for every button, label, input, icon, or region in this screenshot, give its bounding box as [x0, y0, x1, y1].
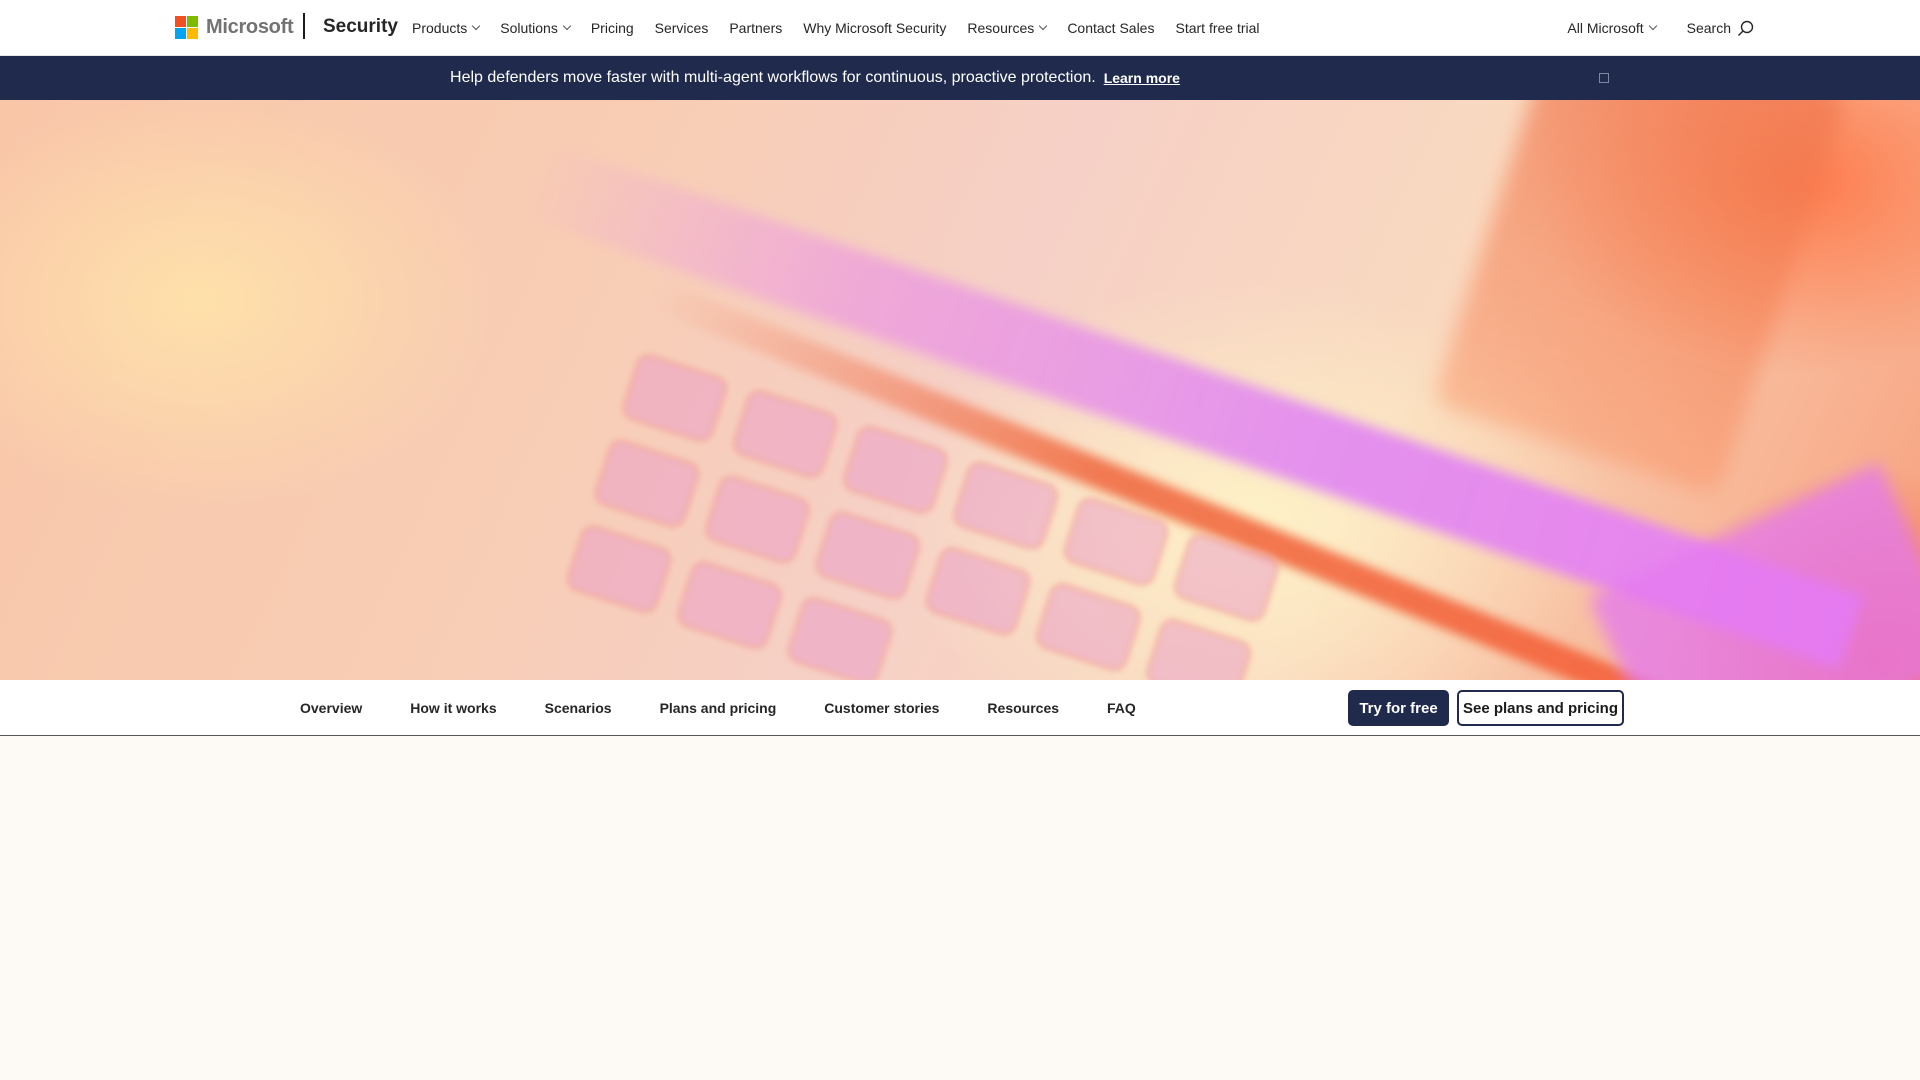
hero-key [783, 592, 897, 680]
hero-key [700, 471, 814, 568]
hero-key [839, 421, 952, 518]
nav-solutions[interactable]: Solutions [500, 20, 572, 36]
logo-square-blue [175, 28, 186, 39]
brand-name: Microsoft [206, 16, 294, 38]
nav-products-label: Products [412, 20, 468, 36]
top-nav: Microsoft Security Products Solutions Pr… [0, 0, 1920, 56]
hero-key [1142, 614, 1256, 680]
search-button[interactable]: Search [1687, 20, 1754, 37]
hero-image [0, 100, 1920, 680]
logo-square-red [175, 16, 186, 27]
banner-text: Help defenders move faster with multi-ag… [450, 69, 1096, 86]
nav-products[interactable]: Products [412, 20, 481, 36]
see-plans-and-pricing-button[interactable]: See plans and pricing [1457, 690, 1624, 726]
hero-key [1031, 578, 1145, 676]
tab-customer-stories[interactable]: Customer stories [824, 700, 939, 716]
microsoft-logo-icon [175, 16, 198, 39]
nav-resources-label: Resources [967, 20, 1035, 36]
chevron-down-icon [1039, 21, 1048, 31]
main-nav: Products Solutions Pricing Services Part… [412, 0, 1281, 56]
banner-close-icon[interactable] [1599, 73, 1609, 83]
nav-why-microsoft-security[interactable]: Why Microsoft Security [803, 20, 946, 36]
nav-right: All Microsoft Search [1567, 0, 1754, 56]
nav-solutions-label: Solutions [500, 20, 558, 36]
tab-resources[interactable]: Resources [987, 700, 1059, 716]
all-microsoft-menu[interactable]: All Microsoft [1567, 20, 1657, 36]
nav-resources[interactable]: Resources [967, 20, 1048, 36]
hero-key [728, 385, 842, 483]
product-name-link[interactable]: Security [323, 16, 398, 38]
tab-scenarios[interactable]: Scenarios [545, 700, 612, 716]
nav-start-free-trial[interactable]: Start free trial [1175, 20, 1259, 36]
main-content [0, 737, 1920, 1080]
logo-square-green [187, 16, 198, 27]
tab-plans-and-pricing[interactable]: Plans and pricing [660, 700, 777, 716]
chevron-down-icon [1648, 21, 1657, 31]
hero-laptop-lid [1432, 100, 1848, 497]
banner-content: Help defenders move faster with multi-ag… [450, 69, 1180, 87]
chevron-down-icon [472, 21, 481, 31]
search-icon [1738, 20, 1754, 36]
nav-partners[interactable]: Partners [729, 20, 782, 36]
hero-key [562, 521, 676, 618]
try-for-free-button[interactable]: Try for free [1348, 690, 1449, 726]
logo-divider [303, 13, 305, 39]
search-label: Search [1686, 20, 1731, 36]
hero-key [811, 507, 925, 604]
banner-learn-more-link[interactable]: Learn more [1104, 70, 1180, 86]
nav-contact-sales[interactable]: Contact Sales [1067, 20, 1154, 36]
hero-key [618, 350, 732, 447]
all-microsoft-label: All Microsoft [1567, 20, 1644, 36]
chevron-down-icon [562, 21, 572, 31]
hero-key [949, 457, 1063, 554]
microsoft-logo[interactable]: Microsoft [175, 16, 294, 39]
tab-faq[interactable]: FAQ [1107, 700, 1136, 716]
nav-services[interactable]: Services [655, 20, 709, 36]
subnav-tabs: Overview How it works Scenarios Plans an… [300, 680, 1184, 736]
nav-pricing[interactable]: Pricing [591, 20, 634, 36]
announcement-banner: Help defenders move faster with multi-ag… [0, 56, 1920, 100]
hero-key [921, 543, 1035, 640]
tab-overview[interactable]: Overview [300, 700, 362, 716]
tab-how-it-works[interactable]: How it works [410, 700, 496, 716]
hero-key [590, 435, 704, 532]
logo-square-yellow [187, 28, 198, 39]
hero-key [673, 557, 787, 654]
page-subnav: Overview How it works Scenarios Plans an… [0, 680, 1920, 736]
